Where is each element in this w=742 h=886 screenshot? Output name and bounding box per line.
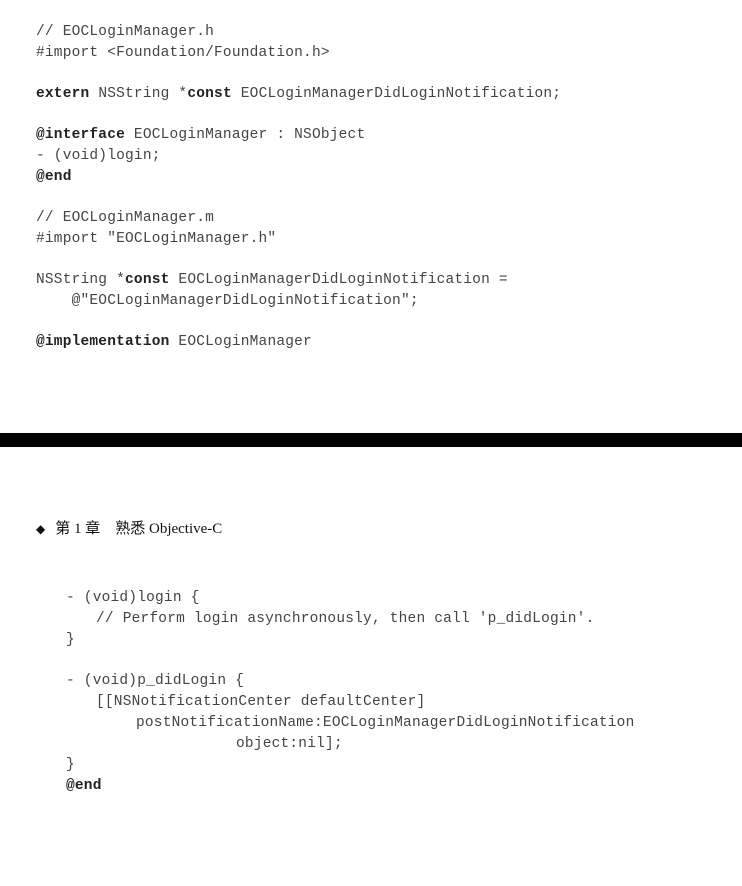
kw-end: @end xyxy=(36,167,706,188)
bullet-icon: ◆ xyxy=(36,522,45,536)
page-break xyxy=(0,433,742,447)
kw-const: const xyxy=(125,272,170,288)
code-line: NSString *const EOCLoginManagerDidLoginN… xyxy=(36,270,706,291)
code-line: object:nil]; xyxy=(36,734,706,755)
code-line: @implementation EOCLoginManager xyxy=(36,332,706,353)
kw-const: const xyxy=(187,86,232,102)
code-text: EOCLoginManagerDidLoginNotification = xyxy=(170,272,508,288)
kw-interface: @interface xyxy=(36,127,125,143)
code-line: // Perform login asynchronously, then ca… xyxy=(36,609,706,630)
code-line: } xyxy=(36,630,706,651)
kw-extern: extern xyxy=(36,86,89,102)
chapter-title: 第 1 章 熟悉 Objective-C xyxy=(55,521,222,537)
code-line: - (void)p_didLogin { xyxy=(36,671,706,692)
code-line: // EOCLoginManager.h xyxy=(36,22,706,43)
page-bottom: ◆ 第 1 章 熟悉 Objective-C - (void)login { //… xyxy=(0,447,742,827)
code-line: #import "EOCLoginManager.h" xyxy=(36,229,706,250)
blank-line xyxy=(36,188,706,208)
code-text: EOCLoginManager xyxy=(170,334,312,350)
blank-line xyxy=(36,250,706,270)
kw-end: @end xyxy=(36,776,706,797)
kw-implementation: @implementation xyxy=(36,334,170,350)
code-line: #import <Foundation/Foundation.h> xyxy=(36,43,706,64)
code-text: EOCLoginManagerDidLoginNotification; xyxy=(232,86,561,102)
code-text: NSString * xyxy=(36,272,125,288)
code-line: // EOCLoginManager.m xyxy=(36,208,706,229)
code-line: extern NSString *const EOCLoginManagerDi… xyxy=(36,84,706,105)
blank-line xyxy=(36,64,706,84)
blank-line xyxy=(36,312,706,332)
code-line: - (void)login; xyxy=(36,146,706,167)
code-text: EOCLoginManager : NSObject xyxy=(125,127,365,143)
code-line: [[NSNotificationCenter defaultCenter] xyxy=(36,692,706,713)
page-top: // EOCLoginManager.h #import <Foundation… xyxy=(0,0,742,433)
blank-line xyxy=(36,105,706,125)
code-line: @"EOCLoginManagerDidLoginNotification"; xyxy=(36,291,706,312)
code-line: postNotificationName:EOCLoginManagerDidL… xyxy=(36,713,706,734)
code-line: @interface EOCLoginManager : NSObject xyxy=(36,125,706,146)
chapter-heading: ◆ 第 1 章 熟悉 Objective-C xyxy=(36,517,706,538)
blank-line xyxy=(36,651,706,671)
code-text: NSString * xyxy=(89,86,187,102)
code-line: } xyxy=(36,755,706,776)
code-line: - (void)login { xyxy=(36,588,706,609)
